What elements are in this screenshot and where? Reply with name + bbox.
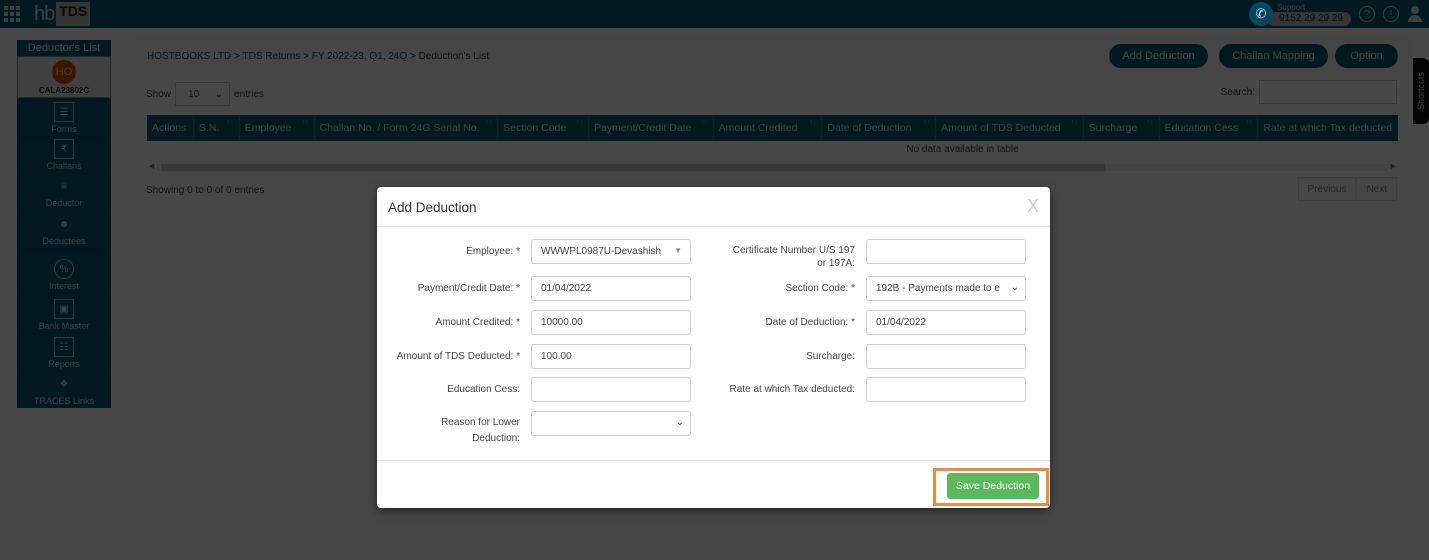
reason-lower-label-line2: Deduction: <box>472 433 520 444</box>
close-button[interactable]: X <box>1027 196 1039 217</box>
certificate-label: Certificate Number U/S 197 or 197A: <box>712 239 855 270</box>
reason-lower-select[interactable]: ⌄ <box>531 411 691 436</box>
amount-credited-row: Amount Credited: * <box>377 310 691 335</box>
amount-credited-input[interactable] <box>531 310 691 335</box>
add-deduction-modal: Add Deduction X Employee: * WWWPL0987U-D… <box>377 187 1050 508</box>
section-code-label: Section Code: * <box>785 283 856 294</box>
phone-icon: ✆ <box>1249 2 1274 26</box>
chevron-down-icon: ⌄ <box>675 417 684 428</box>
rate-row: Rate at which Tax deducted: <box>712 377 1026 402</box>
dropdown-caret-icon: ▼ <box>674 246 682 255</box>
employee-value: WWWPL0987U-Devashish <box>541 246 662 257</box>
modal-title: Add Deduction <box>388 200 477 215</box>
date-deduction-row: Date of Deduction: * <box>712 310 1026 335</box>
employee-row: Employee: * WWWPL0987U-Devashish ▼ <box>377 239 691 264</box>
payment-date-label: Payment/Credit Date: * <box>417 283 520 294</box>
tds-deducted-label: Amount of TDS Deducted: * <box>396 351 520 362</box>
surcharge-label: Surcharge: <box>806 351 855 362</box>
rate-input[interactable] <box>866 377 1026 402</box>
date-deduction-input[interactable] <box>866 310 1026 335</box>
education-cess-row: Education Cess: <box>377 377 691 402</box>
chevron-down-icon: ⌄ <box>1008 282 1019 293</box>
modal-header: Add Deduction X <box>377 187 1050 227</box>
tds-deducted-row: Amount of TDS Deducted: * <box>377 344 691 369</box>
certificate-input[interactable] <box>866 239 1026 264</box>
amount-credited-label: Amount Credited: * <box>435 317 521 328</box>
reason-lower-row: Reason for Lower Deduction: ⌄ <box>377 411 691 445</box>
education-cess-label: Education Cess: <box>447 384 520 395</box>
tds-deducted-input[interactable] <box>531 344 691 369</box>
payment-date-row: Payment/Credit Date: * <box>377 276 691 301</box>
certificate-row: Certificate Number U/S 197 or 197A: <box>712 239 1026 270</box>
employee-label: Employee: * <box>466 246 520 257</box>
certificate-label-line1: Certificate Number U/S 197 <box>732 245 855 256</box>
employee-select[interactable]: WWWPL0987U-Devashish ▼ <box>531 239 691 264</box>
payment-date-input[interactable] <box>531 276 691 301</box>
section-code-value: 192B - Payments made to e <box>876 283 1000 294</box>
modal-footer: Save Deduction <box>377 460 1050 508</box>
rate-label: Rate at which Tax deducted: <box>729 384 855 395</box>
certificate-label-line2: or 197A: <box>817 258 855 269</box>
section-code-select[interactable]: 192B - Payments made to e ⌄ <box>866 276 1026 301</box>
save-deduction-button[interactable]: Save Deduction <box>947 473 1039 499</box>
reason-lower-label-line1: Reason for Lower <box>441 417 520 428</box>
surcharge-row: Surcharge: <box>712 344 1026 369</box>
reason-lower-label: Reason for Lower Deduction: <box>377 411 520 445</box>
surcharge-input[interactable] <box>866 344 1026 369</box>
section-code-row: Section Code: * 192B - Payments made to … <box>712 276 1026 301</box>
date-deduction-label: Date of Deduction: * <box>765 317 856 328</box>
education-cess-input[interactable] <box>531 377 691 402</box>
